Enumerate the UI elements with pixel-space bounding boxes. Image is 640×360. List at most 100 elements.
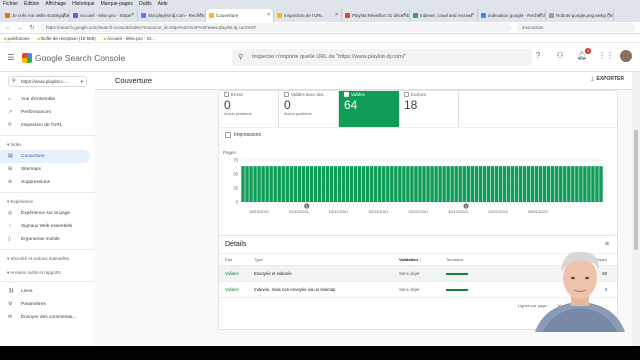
menu-item[interactable]: Historique — [72, 0, 95, 8]
sidebar-item-page[interactable]: ◎ Expérience sur la page — [0, 207, 95, 220]
close-tab-icon[interactable]: × — [471, 9, 474, 22]
section-experience[interactable]: ▾ Expérience — [0, 196, 95, 207]
tab-label: Couverture — [216, 13, 239, 18]
tab-label: site:playlist-dj.com - Recherche — [148, 13, 206, 18]
browser-tab[interactable]: indexation google - Recherche × — [478, 9, 546, 22]
sidebar-item-home[interactable]: ⌂ Vue d'ensemble — [0, 93, 95, 106]
status-tile[interactable]: Erreur 0 Aucun problème — [219, 91, 279, 127]
bar — [257, 166, 261, 202]
section-index[interactable]: ▾ Index — [0, 139, 95, 150]
sidebar-item-settings[interactable]: ⚙ Paramètres — [0, 298, 95, 311]
sidebar-item-speed[interactable]: ◔ Signaux Web essentiels — [0, 220, 95, 233]
status-tile[interactable]: Exclues 18 — [399, 91, 459, 127]
impressions-toggle[interactable]: Impressions — [219, 128, 617, 142]
bar — [422, 166, 426, 202]
help-icon[interactable]: ? — [532, 50, 544, 62]
apps-icon[interactable]: ⋮⋮ — [598, 50, 614, 62]
sidebar-item-links[interactable]: ⛓ Liens — [0, 285, 95, 298]
col-type[interactable]: Type — [254, 254, 399, 265]
impressions-checkbox[interactable] — [225, 132, 231, 138]
menu-item[interactable]: Fichier — [3, 0, 18, 8]
property-selector[interactable]: https://www.playlist.c... — [8, 76, 87, 87]
reload-icon[interactable]: ↻ — [28, 24, 36, 31]
browser-tab[interactable]: Playlist Réveillon 31 décembre 2× — [342, 9, 410, 22]
col-validation[interactable]: Validation ↓ — [399, 254, 446, 265]
close-tab-icon[interactable]: × — [199, 9, 202, 22]
y-tick-label: 0 — [236, 200, 239, 205]
bar — [394, 166, 398, 202]
status-checkbox[interactable] — [284, 92, 289, 97]
browser-tab[interactable]: Accueil - lelse.pro - Stripe × — [70, 9, 138, 22]
bar — [317, 166, 322, 202]
tab-label: indexation google - Recherche — [488, 13, 546, 18]
close-tab-icon[interactable]: × — [403, 9, 406, 22]
annotation-label: 1 — [306, 205, 308, 209]
url-field[interactable]: https://search.google.com/search-console… — [40, 23, 512, 32]
browser-tab[interactable]: Couverture × — [206, 9, 274, 22]
sidebar-item-trend[interactable]: ↗ Performances — [0, 106, 95, 119]
close-tab-icon[interactable]: × — [335, 9, 338, 22]
browser-tab[interactable]: Robots-google.png.webp (image)× — [546, 9, 614, 22]
bar — [563, 166, 567, 202]
menu-item[interactable]: Édition — [24, 0, 39, 8]
status-checkbox[interactable] — [404, 92, 409, 97]
bar — [466, 166, 470, 202]
scrollbar-thumb[interactable] — [634, 130, 638, 250]
section-legacy[interactable]: ▾ Anciens outils et rapports — [0, 267, 95, 278]
status-checkbox[interactable] — [344, 92, 349, 97]
app-logo[interactable]: Google Search Console — [22, 52, 232, 63]
presenter-image — [535, 251, 625, 332]
bar — [325, 166, 330, 202]
close-tab-icon[interactable]: × — [539, 9, 542, 22]
browser-tab[interactable]: Inspection de l'URL × — [274, 9, 342, 22]
bar — [386, 166, 390, 202]
status-checkbox[interactable] — [224, 92, 229, 97]
header-actions: ? ⚇ 🔔︎ 3 ⋮⋮ — [532, 48, 632, 62]
browser-tab[interactable]: Je crée ma veille stratégique × — [2, 9, 70, 22]
sidebar-item-remove[interactable]: ⊘ Suppressions — [0, 176, 95, 189]
export-button[interactable]: ⤓ EXPORTER — [591, 76, 624, 82]
status-tile[interactable]: Valides 64 — [339, 91, 399, 127]
browser-search-field[interactable]: inscruction — [516, 23, 636, 32]
close-tab-icon[interactable]: × — [607, 9, 610, 22]
people-icon[interactable]: ⚇ — [554, 50, 566, 62]
menu-item[interactable]: Marque-pages — [101, 0, 133, 8]
menu-item[interactable]: Affichage — [45, 0, 66, 8]
close-tab-icon[interactable]: × — [267, 9, 270, 22]
back-icon[interactable]: ← — [4, 25, 12, 31]
browser-tab[interactable]: Indexer, crawl and recrawl × — [410, 9, 478, 22]
account-avatar[interactable] — [620, 50, 632, 62]
bookmark-item[interactable]: polefonoex — [4, 36, 30, 41]
bar — [337, 166, 342, 202]
col-status[interactable]: État — [219, 254, 254, 265]
sidebar-item-coverage[interactable]: ▤ Couverture — [0, 150, 90, 163]
bar — [462, 166, 466, 202]
close-tab-icon[interactable]: × — [131, 9, 134, 22]
sidebar-item-search[interactable]: ⚲ Inspection de l'URL — [0, 119, 95, 132]
sidebar-item-feedback[interactable]: ✉ Envoyer des commentai... — [0, 311, 95, 324]
browser-tab[interactable]: site:playlist-dj.com - Recherche × — [138, 9, 206, 22]
menu-item[interactable]: Aide — [158, 0, 168, 8]
section-security[interactable]: ▾ Sécurité et actions manuelles — [0, 253, 95, 264]
close-tab-icon[interactable]: × — [63, 9, 66, 22]
sidebar-item-label: Performances — [21, 110, 51, 115]
links-icon: ⛓ — [8, 288, 15, 294]
bar — [253, 166, 257, 202]
bookmark-item[interactable]: Accueil - lelse.pro - St... — [104, 36, 155, 41]
url-inspect-input[interactable]: ⚲ Inspecter n'importe quelle URL de "htt… — [232, 49, 532, 66]
sidebar-item-mobile[interactable]: ▯ Ergonomie mobile — [0, 233, 95, 246]
bar — [426, 166, 430, 202]
notification-badge: 3 — [585, 48, 591, 54]
menu-item[interactable]: Outils — [139, 0, 152, 8]
taskbar — [0, 346, 640, 360]
notifications-icon[interactable]: 🔔︎ 3 — [576, 48, 591, 62]
bar — [361, 166, 366, 202]
forward-icon[interactable]: → — [16, 25, 24, 31]
menu-icon[interactable]: ☰ — [0, 53, 22, 62]
bookmarks-bar: polefonoex Boîte de réception (18 568) Acc… — [0, 34, 640, 43]
sidebar-item-sitemap[interactable]: ⊞ Sitemaps — [0, 163, 95, 176]
bookmark-item[interactable]: Boîte de réception (18 568) — [38, 36, 96, 41]
tab-label: Robots-google.png.webp (image) — [556, 13, 614, 18]
status-tile[interactable]: Valides avec des... 0 Aucun problème — [279, 91, 339, 127]
y-tick-label: 25 — [233, 186, 238, 191]
